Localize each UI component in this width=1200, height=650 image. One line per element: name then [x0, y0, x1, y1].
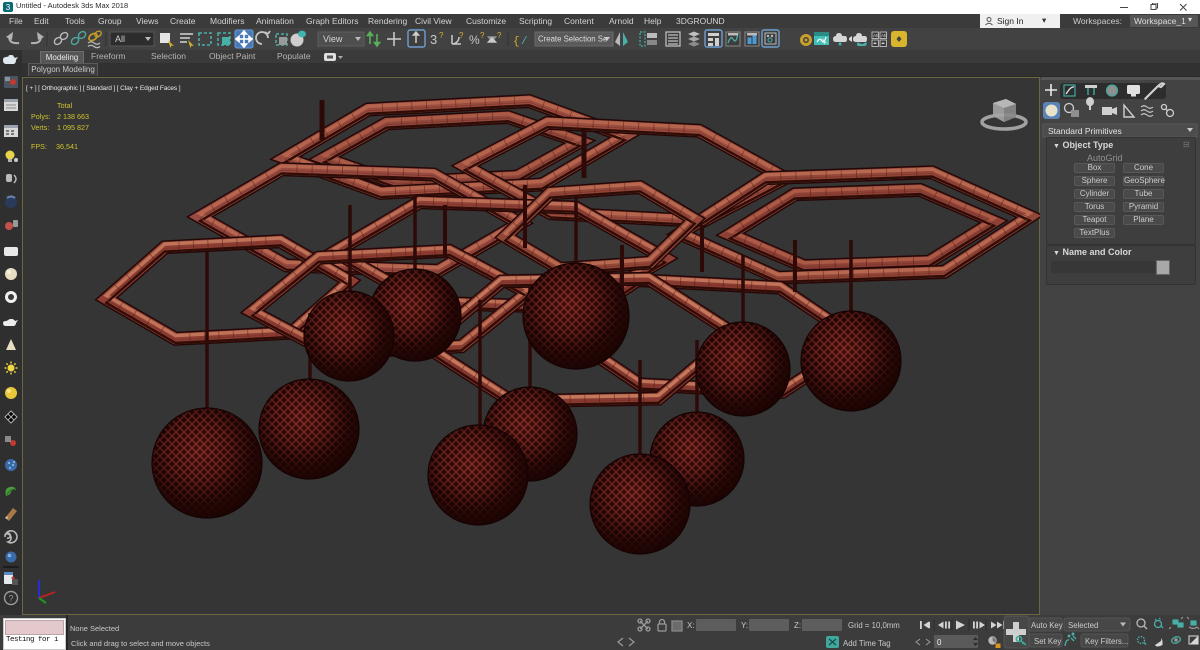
svg-text:36,541: 36,541 [56, 142, 78, 151]
svg-text:Set Key: Set Key [1034, 637, 1061, 646]
svg-text:All: All [115, 34, 125, 44]
svg-text:X:: X: [687, 621, 695, 630]
svg-text:Z:: Z: [794, 621, 801, 630]
svg-text:Y:: Y: [741, 621, 748, 630]
svg-text:1 095 827: 1 095 827 [57, 123, 89, 132]
svg-text:?: ? [459, 31, 464, 40]
svg-text:Standard Primitives: Standard Primitives [1048, 126, 1122, 136]
svg-text:Auto Key: Auto Key [1031, 621, 1063, 630]
svg-text:FPS:: FPS: [31, 142, 47, 151]
svg-text:%: % [469, 33, 480, 47]
svg-text:[ + ] [ Orthographic ] [ Stand: [ + ] [ Orthographic ] [ Standard ] [ Cl… [26, 85, 181, 92]
svg-text:Key Filters...: Key Filters... [1085, 637, 1128, 646]
svg-text:{: { [513, 36, 520, 48]
svg-text:2 138 663: 2 138 663 [57, 112, 89, 121]
svg-text:0: 0 [937, 638, 942, 647]
svg-text:Create Selection Se: Create Selection Se [538, 35, 607, 44]
svg-text:Total: Total [57, 101, 73, 110]
svg-text:View: View [323, 34, 343, 44]
svg-text:?: ? [439, 31, 444, 40]
svg-text:AB: AB [873, 33, 879, 38]
svg-text:Add Time Tag: Add Time Tag [843, 639, 891, 648]
svg-text:Grid = 10,0mm: Grid = 10,0mm [848, 621, 900, 630]
svg-text:/: / [521, 36, 528, 48]
svg-text:Verts:: Verts: [31, 123, 49, 132]
svg-text:3: 3 [6, 3, 11, 12]
svg-text:AB: AB [881, 33, 887, 38]
svg-text:3: 3 [430, 32, 437, 47]
svg-text:?: ? [8, 594, 13, 604]
svg-text:Selected: Selected [1068, 621, 1098, 630]
svg-text:?: ? [497, 31, 502, 40]
svg-text:?: ? [480, 31, 485, 40]
svg-text:Polys:: Polys: [31, 112, 51, 121]
